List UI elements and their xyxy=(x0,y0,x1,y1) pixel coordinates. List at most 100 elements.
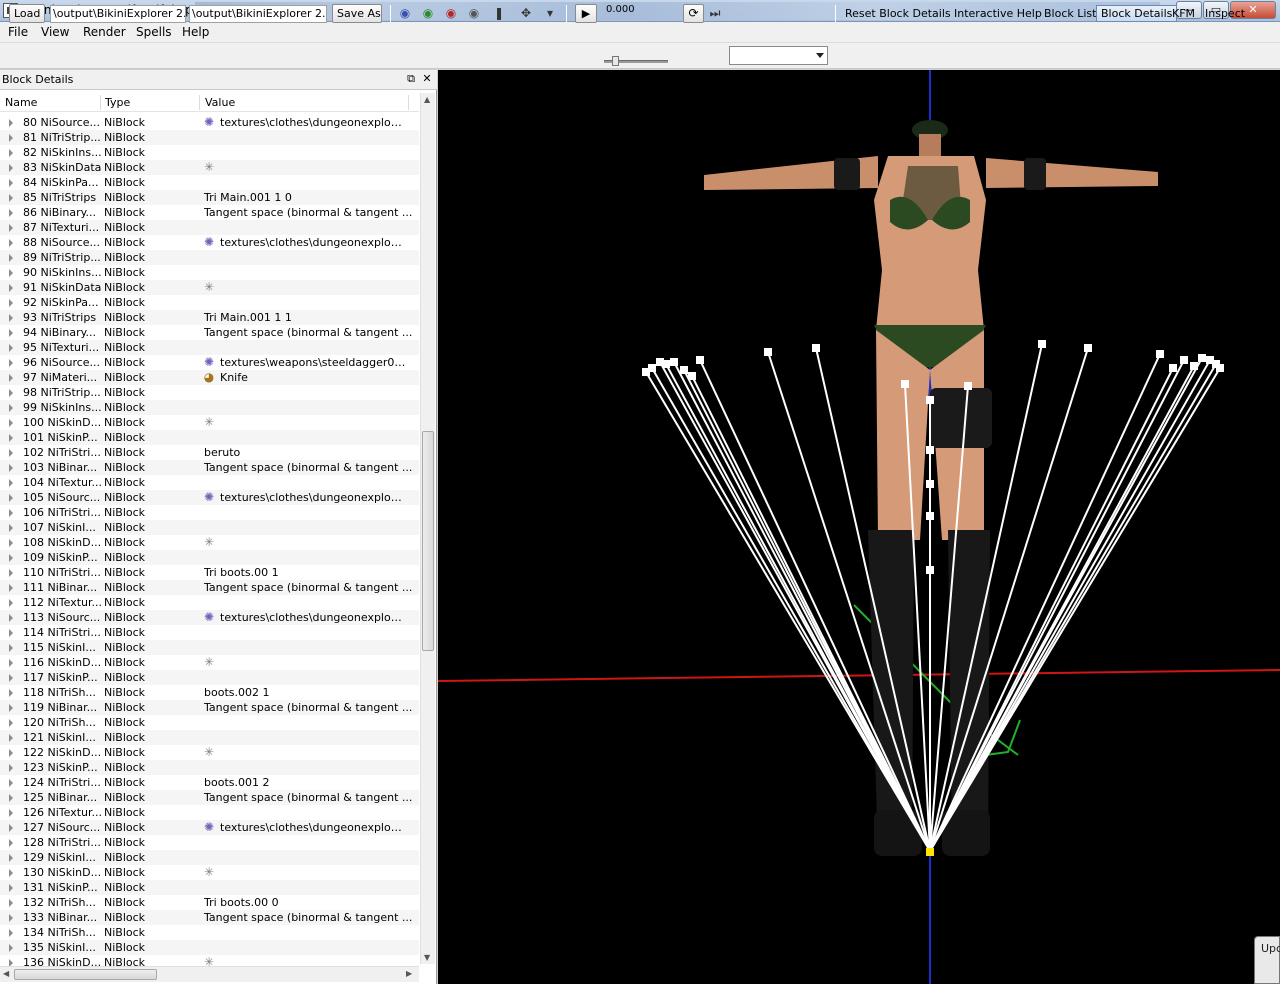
menu-render[interactable]: Render xyxy=(83,25,126,39)
expand-arrow-icon[interactable] xyxy=(9,659,13,667)
expand-arrow-icon[interactable] xyxy=(9,839,13,847)
block-list-button[interactable]: Block List xyxy=(1044,7,1096,20)
chevron-down-icon[interactable]: ▾ xyxy=(542,6,558,21)
vertical-scrollbar[interactable]: ▲ ▼ xyxy=(420,93,435,964)
column-type[interactable]: Type xyxy=(105,96,130,109)
scroll-right-icon[interactable]: ▶ xyxy=(406,969,412,978)
expand-arrow-icon[interactable] xyxy=(9,329,13,337)
expand-arrow-icon[interactable] xyxy=(9,584,13,592)
vertical-scroll-thumb[interactable] xyxy=(422,431,434,651)
render-viewport[interactable] xyxy=(438,70,1280,984)
tree-row[interactable]: 102 NiTriStri... NiBlock beruto xyxy=(0,445,419,460)
reset-block-details-button[interactable]: Reset Block Details xyxy=(845,7,951,20)
tree-row[interactable]: 93 NiTriStrips NiBlock Tri Main.001 1 1 xyxy=(0,310,419,325)
float-panel-icon[interactable]: ⧉ xyxy=(404,72,418,86)
expand-arrow-icon[interactable] xyxy=(9,869,13,877)
block-details-button[interactable]: Block Details xyxy=(1096,5,1178,22)
tree-row[interactable]: 83 NiSkinData NiBlock ✳ xyxy=(0,160,419,175)
tree-row[interactable]: 91 NiSkinData NiBlock ✳ xyxy=(0,280,419,295)
expand-arrow-icon[interactable] xyxy=(9,524,13,532)
tree-row[interactable]: 86 NiBinary... NiBlock Tangent space (bino… xyxy=(0,205,419,220)
expand-arrow-icon[interactable] xyxy=(9,254,13,262)
tree-row[interactable]: 118 NiTriSh... NiBlock boots.002 1 xyxy=(0,685,419,700)
expand-arrow-icon[interactable] xyxy=(9,479,13,487)
view-eye-gray-icon[interactable]: ◉ xyxy=(466,6,482,21)
tree-row[interactable]: 92 NiSkinPa... NiBlock xyxy=(0,295,419,310)
tree-row[interactable]: 113 NiSourc... NiBlock ✺ textures\clothes\d… xyxy=(0,610,419,625)
view-eye-green-icon[interactable]: ◉ xyxy=(420,6,436,21)
load-button[interactable]: Load xyxy=(9,4,45,23)
tree-row[interactable]: 116 NiSkinD... NiBlock ✳ xyxy=(0,655,419,670)
tree-row[interactable]: 125 NiBinar... NiBlock Tangent space (bino… xyxy=(0,790,419,805)
tree-row[interactable]: 115 NiSkinI... NiBlock xyxy=(0,640,419,655)
axes-icon[interactable]: ✥ xyxy=(518,6,534,21)
expand-arrow-icon[interactable] xyxy=(9,434,13,442)
tree-row[interactable]: 133 NiBinar... NiBlock Tangent space (bino… xyxy=(0,910,419,925)
column-value[interactable]: Value xyxy=(205,96,235,109)
expand-arrow-icon[interactable] xyxy=(9,374,13,382)
expand-arrow-icon[interactable] xyxy=(9,299,13,307)
expand-arrow-icon[interactable] xyxy=(9,599,13,607)
expand-arrow-icon[interactable] xyxy=(9,569,13,577)
expand-arrow-icon[interactable] xyxy=(9,854,13,862)
tree-row[interactable]: 107 NiSkinI... NiBlock xyxy=(0,520,419,535)
expand-arrow-icon[interactable] xyxy=(9,344,13,352)
interactive-help-button[interactable]: Interactive Help xyxy=(954,7,1042,20)
expand-arrow-icon[interactable] xyxy=(9,614,13,622)
expand-arrow-icon[interactable] xyxy=(9,794,13,802)
expand-arrow-icon[interactable] xyxy=(9,164,13,172)
tree-row[interactable]: 117 NiSkinP... NiBlock xyxy=(0,670,419,685)
tree-row[interactable]: 112 NiTextur... NiBlock xyxy=(0,595,419,610)
tree-row[interactable]: 87 NiTexturi... NiBlock xyxy=(0,220,419,235)
expand-arrow-icon[interactable] xyxy=(9,494,13,502)
horizontal-scrollbar[interactable]: ◀ ▶ xyxy=(0,966,419,982)
time-slider-thumb[interactable] xyxy=(612,56,619,66)
column-divider[interactable] xyxy=(199,95,200,110)
expand-arrow-icon[interactable] xyxy=(9,704,13,712)
expand-arrow-icon[interactable] xyxy=(9,419,13,427)
scroll-down-icon[interactable]: ▼ xyxy=(424,953,430,962)
expand-arrow-icon[interactable] xyxy=(9,209,13,217)
expand-arrow-icon[interactable] xyxy=(9,719,13,727)
tree-row[interactable]: 95 NiTexturi... NiBlock xyxy=(0,340,419,355)
expand-arrow-icon[interactable] xyxy=(9,194,13,202)
save-path-field[interactable]: \output\BikiniExplorer 2.nif xyxy=(189,5,327,23)
scroll-up-icon[interactable]: ▲ xyxy=(424,95,430,104)
tree-row[interactable]: 106 NiTriStri... NiBlock xyxy=(0,505,419,520)
expand-arrow-icon[interactable] xyxy=(9,734,13,742)
load-path-field[interactable]: \output\BikiniExplorer 2.nif xyxy=(50,5,186,23)
tree-row[interactable]: 89 NiTriStrip... NiBlock xyxy=(0,250,419,265)
tree-row[interactable]: 90 NiSkinIns... NiBlock xyxy=(0,265,419,280)
tree-row[interactable]: 97 NiMateri... NiBlock ◕ Knife xyxy=(0,370,419,385)
expand-arrow-icon[interactable] xyxy=(9,239,13,247)
tree-row[interactable]: 103 NiBinar... NiBlock Tangent space (bino… xyxy=(0,460,419,475)
expand-arrow-icon[interactable] xyxy=(9,809,13,817)
update-popup[interactable]: Upc xyxy=(1254,936,1280,984)
tree-row[interactable]: 122 NiSkinD... NiBlock ✳ xyxy=(0,745,419,760)
tree-row[interactable]: 130 NiSkinD... NiBlock ✳ xyxy=(0,865,419,880)
tree-row[interactable]: 121 NiSkinI... NiBlock xyxy=(0,730,419,745)
menu-help[interactable]: Help xyxy=(182,25,209,39)
loop-button[interactable]: ⟳ xyxy=(683,4,704,23)
expand-arrow-icon[interactable] xyxy=(9,404,13,412)
tree-row[interactable]: 94 NiBinary... NiBlock Tangent space (bino… xyxy=(0,325,419,340)
close-panel-icon[interactable]: ✕ xyxy=(420,72,434,86)
walk-icon[interactable]: ❚ xyxy=(491,6,507,21)
menu-file[interactable]: File xyxy=(8,25,28,39)
expand-arrow-icon[interactable] xyxy=(9,899,13,907)
expand-arrow-icon[interactable] xyxy=(9,749,13,757)
tree-row[interactable]: 114 NiTriStri... NiBlock xyxy=(0,625,419,640)
tree-row[interactable]: 109 NiSkinP... NiBlock xyxy=(0,550,419,565)
inspect-button[interactable]: Inspect xyxy=(1205,7,1245,20)
animation-select[interactable] xyxy=(729,46,828,65)
column-divider[interactable] xyxy=(100,95,101,110)
horizontal-scroll-thumb[interactable] xyxy=(14,969,157,980)
tree-row[interactable]: 104 NiTextur... NiBlock xyxy=(0,475,419,490)
expand-arrow-icon[interactable] xyxy=(9,944,13,952)
tree-row[interactable]: 126 NiTextur... NiBlock xyxy=(0,805,419,820)
expand-arrow-icon[interactable] xyxy=(9,314,13,322)
tree-row[interactable]: 108 NiSkinD... NiBlock ✳ xyxy=(0,535,419,550)
tree-row[interactable]: 101 NiSkinP... NiBlock xyxy=(0,430,419,445)
tree-row[interactable]: 81 NiTriStrip... NiBlock xyxy=(0,130,419,145)
menu-view[interactable]: View xyxy=(41,25,69,39)
